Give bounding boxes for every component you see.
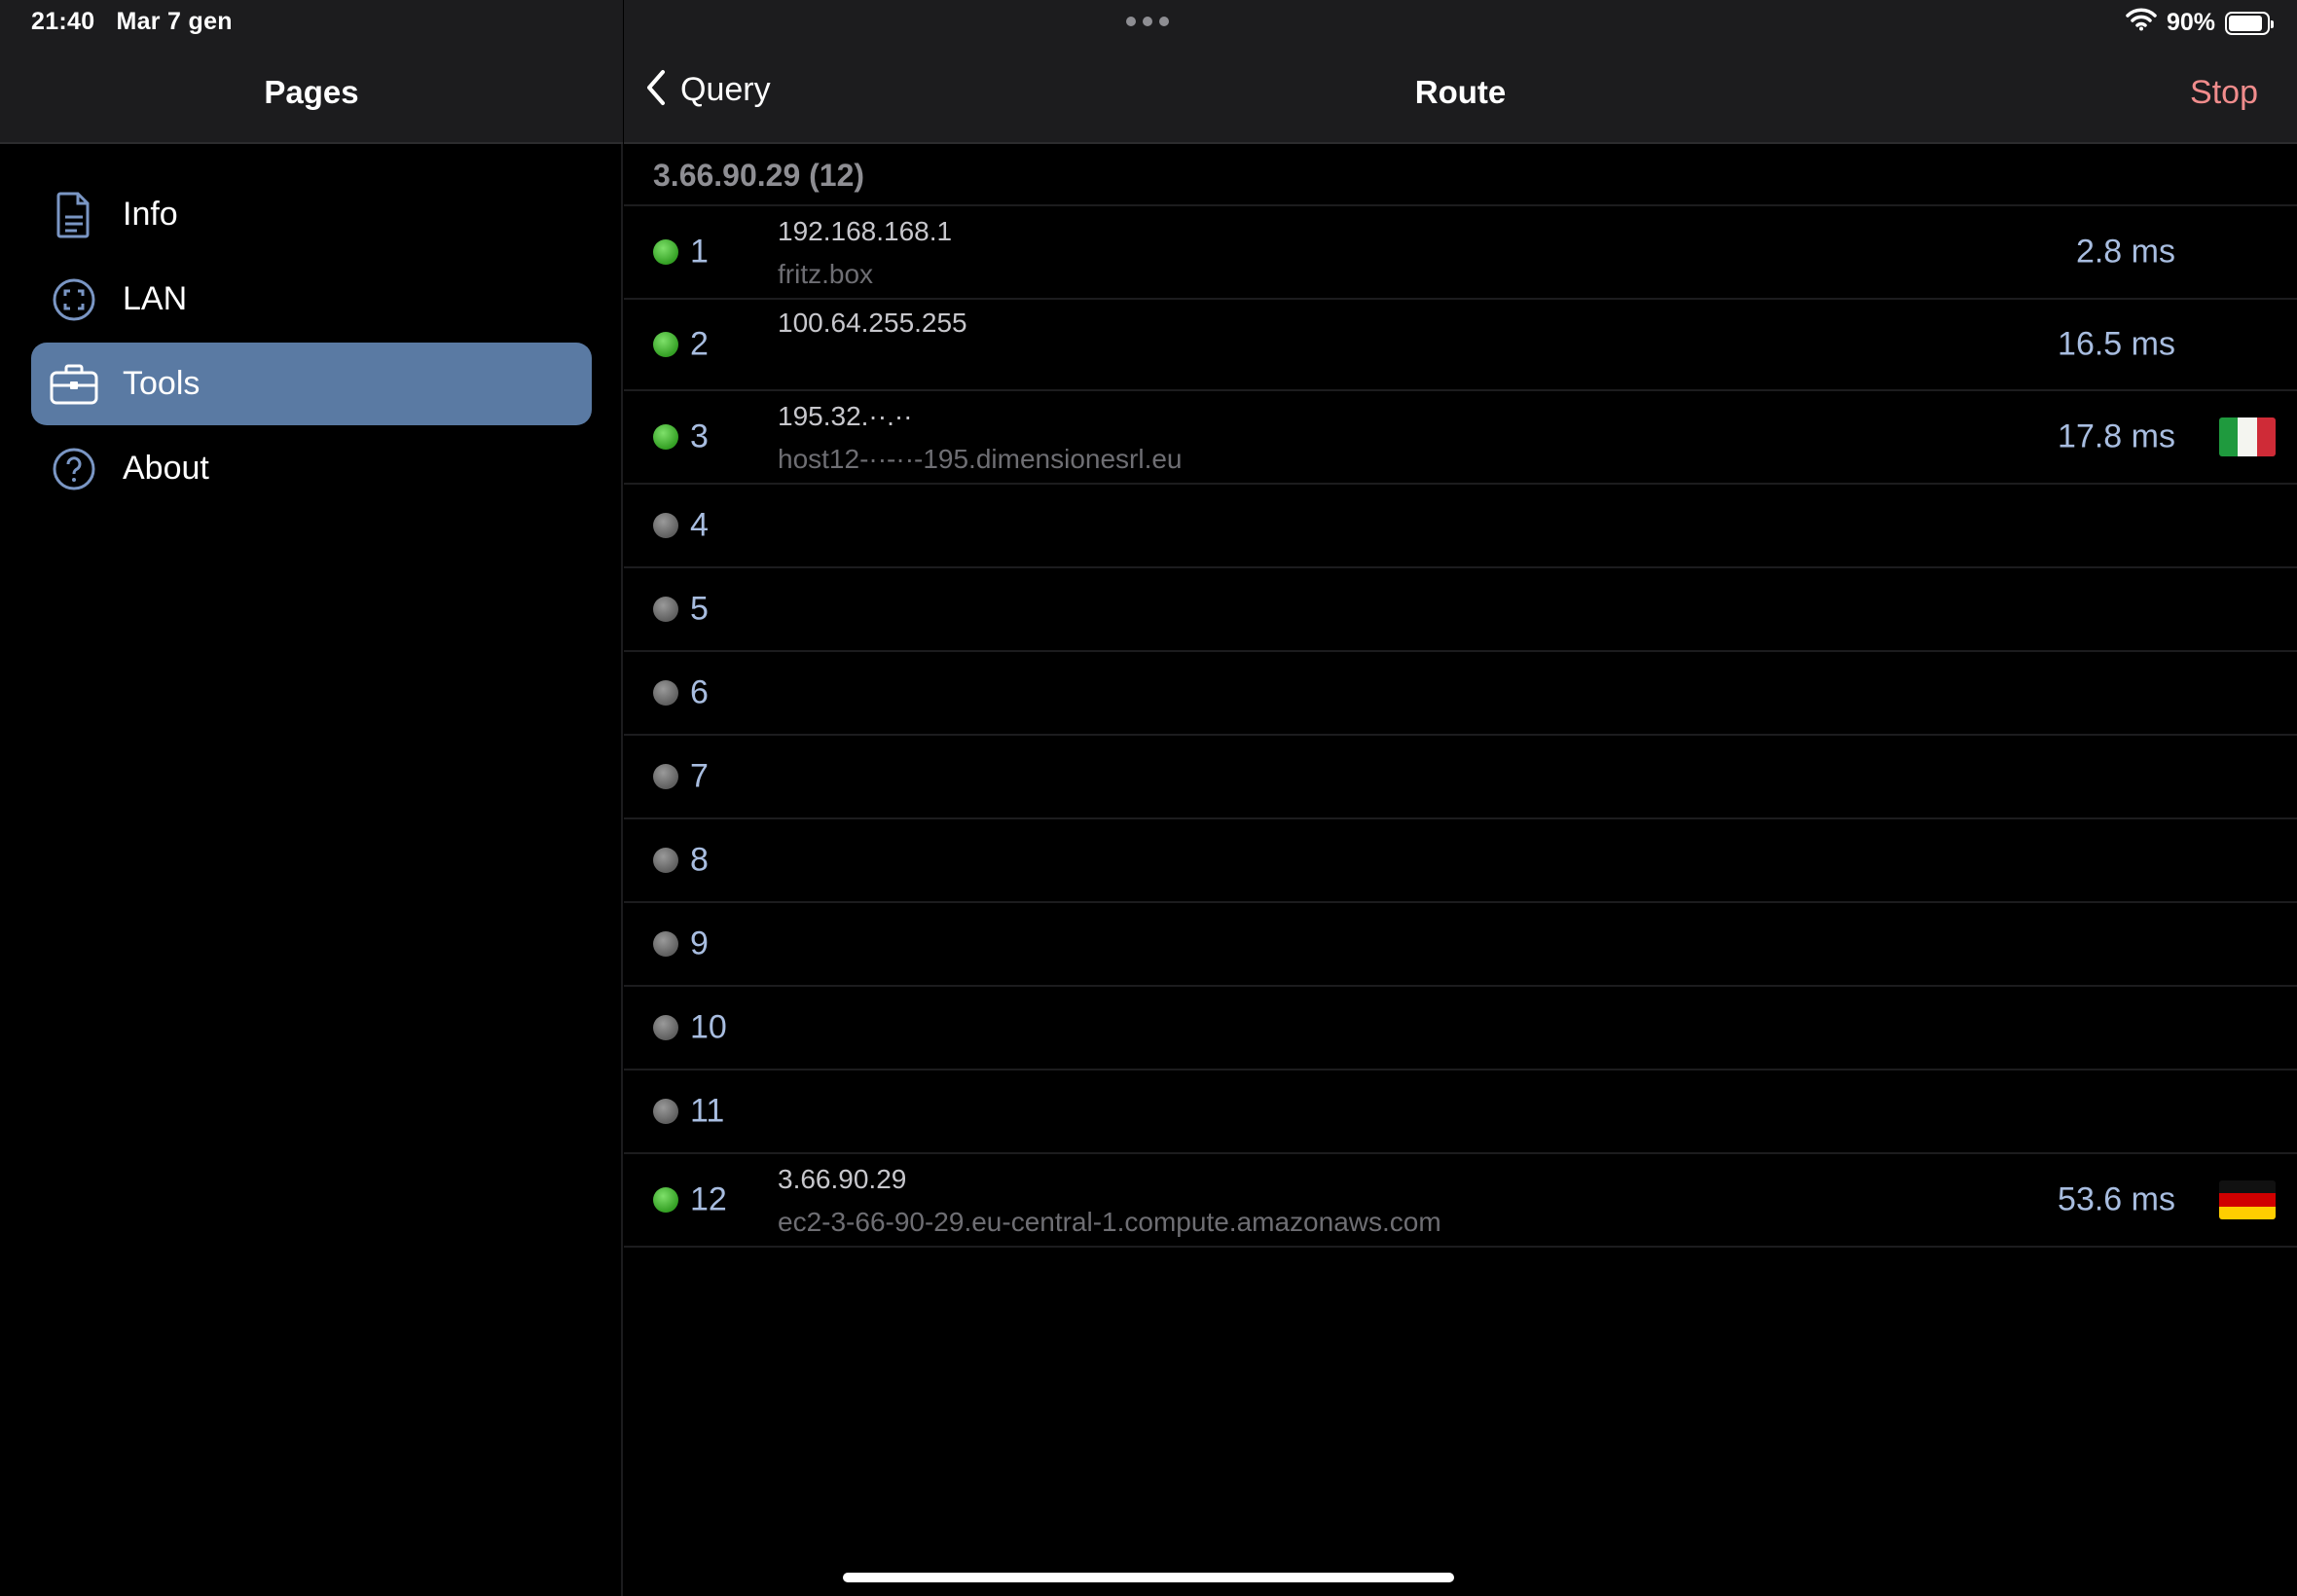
status-timeout-icon [653, 680, 678, 706]
page-title: Route [1414, 74, 1507, 110]
lan-icon [49, 274, 99, 325]
target-header: 3.66.90.29 (12) [624, 146, 2297, 206]
hop-latency: 17.8 ms [2058, 417, 2175, 455]
hop-number: 3 [690, 417, 709, 455]
target-label: 3.66.90.29 (12) [653, 158, 865, 193]
hop-row[interactable]: 6 [624, 652, 2297, 736]
hop-ip: 3.66.90.29 [778, 1164, 907, 1194]
hop-hostname: fritz.box [778, 259, 874, 289]
status-timeout-icon [653, 1015, 678, 1040]
hop-latency: 53.6 ms [2058, 1180, 2175, 1218]
hop-number: 6 [690, 673, 709, 711]
status-ok-icon [653, 424, 678, 450]
hop-hostname: host12-··-··-195.dimensionesrl.eu [778, 444, 1183, 474]
status-time: 21:40 [31, 8, 95, 35]
sidebar-item-label: Tools [123, 365, 201, 402]
status-timeout-icon [653, 764, 678, 789]
hop-ip: 100.64.255.255 [778, 308, 967, 338]
battery-percent: 90% [2166, 9, 2215, 36]
hop-number: 7 [690, 757, 709, 795]
hop-hostname: ec2-3-66-90-29.eu-central-1.compute.amaz… [778, 1207, 1441, 1237]
nav-bar: 90% Query Route Stop [624, 0, 2297, 144]
hop-row[interactable]: 11 [624, 1070, 2297, 1154]
hop-number: 12 [690, 1180, 727, 1218]
hop-latency: 16.5 ms [2058, 325, 2175, 363]
hop-row[interactable]: 7 [624, 736, 2297, 819]
sidebar-title: Pages [264, 74, 359, 110]
screen: 21:40 Mar 7 gen Pages Info LAN Tools Abo… [0, 0, 2297, 1596]
multitasking-dots-icon[interactable] [1126, 17, 1169, 26]
home-indicator[interactable] [843, 1573, 1454, 1582]
status-timeout-icon [653, 513, 678, 538]
status-ok-icon [653, 1187, 678, 1213]
hop-number: 1 [690, 233, 709, 271]
hop-ip: 195.32.··.·· [778, 401, 913, 431]
hop-row[interactable]: 10 [624, 987, 2297, 1070]
hop-number: 11 [690, 1092, 725, 1130]
germany-flag-icon [2219, 1180, 2276, 1219]
sidebar-header: 21:40 Mar 7 gen Pages [0, 0, 623, 144]
sidebar-item-label: About [123, 450, 209, 487]
sidebar-list: Info LAN Tools About [31, 173, 592, 512]
hop-row[interactable]: 9 [624, 903, 2297, 987]
sidebar-item-lan[interactable]: LAN [31, 258, 592, 341]
main-pane: 90% Query Route Stop 3.66.90.29 (12) 1 19… [624, 0, 2297, 1596]
italy-flag-icon [2219, 417, 2276, 456]
wifi-icon [2126, 8, 2157, 38]
sidebar-item-about[interactable]: About [31, 427, 592, 510]
battery-icon [2225, 11, 2274, 35]
sidebar-item-label: Info [123, 196, 178, 233]
hop-row[interactable]: 2 100.64.255.255 16.5 ms [624, 300, 2297, 391]
question-icon [49, 444, 99, 494]
status-ok-icon [653, 239, 678, 265]
hop-number: 2 [690, 325, 709, 363]
hop-row[interactable]: 12 3.66.90.29 ec2-3-66-90-29.eu-central-1.… [624, 1154, 2297, 1248]
hop-number: 8 [690, 841, 709, 879]
status-timeout-icon [653, 848, 678, 873]
stop-button[interactable]: Stop [2190, 74, 2258, 112]
hop-number: 10 [690, 1008, 727, 1046]
hop-row[interactable]: 8 [624, 819, 2297, 903]
hop-row[interactable]: 1 192.168.168.1 fritz.box 2.8 ms [624, 206, 2297, 300]
status-bar-left: 21:40 Mar 7 gen [31, 8, 233, 36]
hop-row[interactable]: 3 195.32.··.·· host12-··-··-195.dimensione… [624, 391, 2297, 485]
briefcase-icon [49, 359, 99, 410]
document-icon [49, 190, 99, 240]
status-timeout-icon [653, 931, 678, 957]
hop-number: 4 [690, 506, 709, 544]
status-date: Mar 7 gen [116, 8, 233, 35]
battery-fill [2229, 15, 2263, 31]
sidebar-item-tools[interactable]: Tools [31, 343, 592, 425]
sidebar-item-info[interactable]: Info [31, 173, 592, 256]
status-bar-right: 90% [2126, 8, 2274, 38]
status-timeout-icon [653, 1099, 678, 1124]
sidebar-item-label: LAN [123, 280, 188, 317]
hop-ip: 192.168.168.1 [778, 216, 953, 246]
hop-number: 9 [690, 925, 709, 962]
hop-latency: 2.8 ms [2075, 233, 2175, 271]
status-timeout-icon [653, 597, 678, 622]
hop-number: 5 [690, 590, 709, 628]
status-ok-icon [653, 332, 678, 357]
sidebar: 21:40 Mar 7 gen Pages Info LAN Tools Abo… [0, 0, 623, 1596]
hop-row[interactable]: 4 [624, 485, 2297, 568]
hop-row[interactable]: 5 [624, 568, 2297, 652]
hop-list: 1 192.168.168.1 fritz.box 2.8 ms 2 100.64.255… [624, 206, 2297, 1248]
